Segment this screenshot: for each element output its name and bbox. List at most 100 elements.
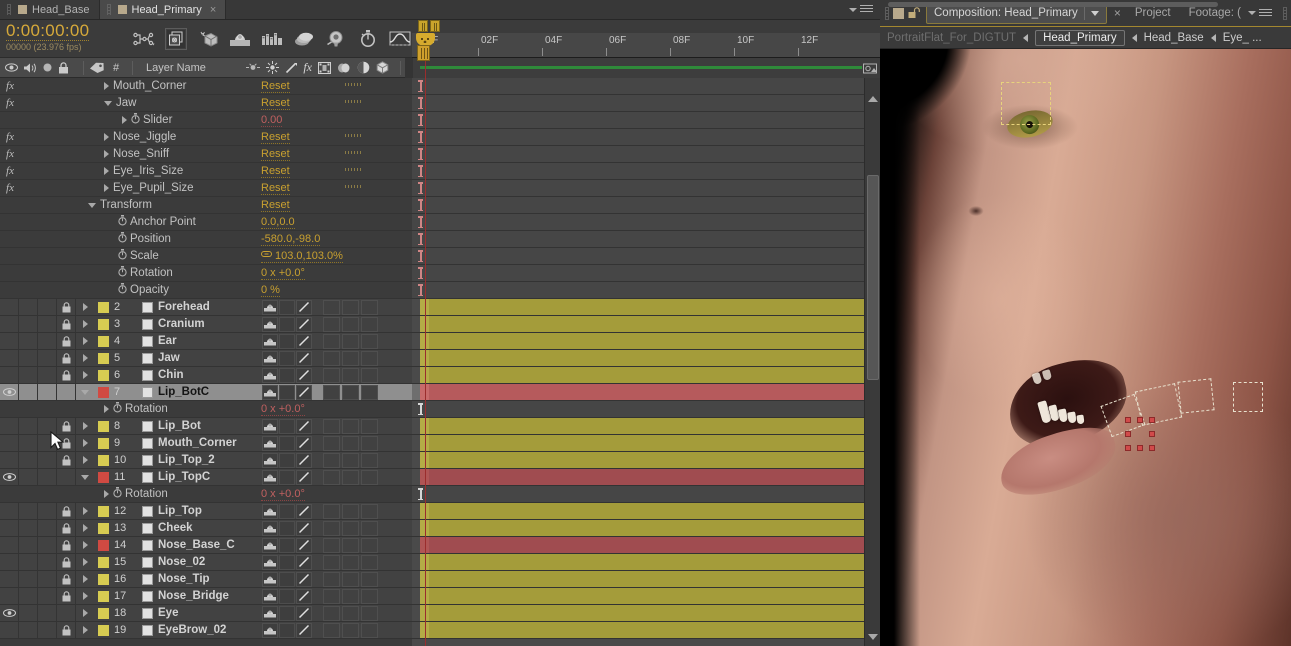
- layer-track-cheek[interactable]: [412, 520, 864, 537]
- shy-switch[interactable]: [262, 316, 278, 332]
- mode-cell[interactable]: [342, 622, 359, 638]
- shy-switch[interactable]: [262, 418, 278, 434]
- collapse-switch[interactable]: [279, 333, 295, 349]
- layer-twirl[interactable]: [76, 541, 94, 549]
- layer-name[interactable]: Ear: [156, 335, 262, 347]
- parent-cell[interactable]: [323, 316, 340, 332]
- comp-mini-flowchart-icon[interactable]: [133, 28, 155, 50]
- layer-label-color[interactable]: [94, 556, 112, 568]
- layer-row-mouth_corner[interactable]: 9 Mouth_Corner: [0, 435, 412, 452]
- property-row[interactable]: Opacity 0 %: [0, 282, 412, 299]
- audio-toggle[interactable]: [19, 605, 38, 621]
- mode-cell[interactable]: [342, 588, 359, 604]
- layer-duration-bar[interactable]: [420, 333, 864, 349]
- layer-name[interactable]: Lip_TopC: [156, 471, 262, 483]
- quality-switch[interactable]: [296, 554, 312, 570]
- audio-toggle[interactable]: [19, 384, 38, 400]
- layer-track-eye[interactable]: [412, 605, 864, 622]
- quality-switch[interactable]: [296, 520, 312, 536]
- timeline-vertical-scrollbar[interactable]: [864, 78, 880, 646]
- stopwatch-icon[interactable]: [131, 113, 140, 124]
- mode-cell[interactable]: [342, 452, 359, 468]
- lock-icon[interactable]: [62, 522, 71, 534]
- property-row[interactable]: fx Eye_Iris_Size Reset: [0, 163, 412, 180]
- motion-blur-icon[interactable]: [197, 28, 219, 50]
- solo-toggle[interactable]: [38, 367, 57, 383]
- lock-toggle[interactable]: [57, 605, 76, 621]
- lock-icon[interactable]: [62, 420, 71, 432]
- collapse-switch[interactable]: [279, 554, 295, 570]
- layer-label-color[interactable]: [94, 352, 112, 364]
- work-area-start-handle[interactable]: [418, 20, 428, 32]
- property-track[interactable]: [412, 180, 864, 197]
- mode-cell[interactable]: [342, 333, 359, 349]
- video-toggle[interactable]: [0, 384, 19, 400]
- brainstorm-icon[interactable]: [325, 28, 347, 50]
- video-toggle[interactable]: [0, 350, 19, 366]
- solo-toggle[interactable]: [38, 350, 57, 366]
- mode-cell[interactable]: [342, 605, 359, 621]
- transform-handle[interactable]: [1137, 445, 1143, 451]
- quality-switch[interactable]: [296, 588, 312, 604]
- video-toggle[interactable]: [0, 367, 19, 383]
- stopwatch-icon[interactable]: [113, 402, 122, 413]
- lock-toggle[interactable]: [57, 520, 76, 536]
- shy-switch[interactable]: [262, 299, 278, 315]
- selection-box-eye[interactable]: [1001, 82, 1051, 125]
- transform-handle[interactable]: [1149, 431, 1155, 437]
- layer-label-color[interactable]: [94, 505, 112, 517]
- shy-icon[interactable]: [229, 28, 251, 50]
- layer-property-row[interactable]: Rotation 0 x +0.0°: [0, 486, 412, 503]
- parent-cell[interactable]: [323, 333, 340, 349]
- mode-cell[interactable]: [342, 350, 359, 366]
- audio-toggle[interactable]: [19, 622, 38, 638]
- column-number-header[interactable]: #: [105, 62, 127, 74]
- property-value[interactable]: -580.0,-98.0: [261, 233, 321, 246]
- parent-cell[interactable]: [323, 452, 340, 468]
- lock-icon[interactable]: [62, 318, 71, 330]
- layer-label-color[interactable]: [94, 454, 112, 466]
- property-row[interactable]: fx Nose_Jiggle Reset: [0, 129, 412, 146]
- layer-twirl[interactable]: [76, 524, 94, 532]
- shy-switch[interactable]: [262, 350, 278, 366]
- twirl-open-icon[interactable]: [81, 474, 89, 480]
- layer-name[interactable]: Nose_Base_C: [156, 539, 262, 551]
- lock-toggle[interactable]: [57, 418, 76, 434]
- twirl-open-icon[interactable]: [88, 202, 96, 208]
- shy-switch[interactable]: [262, 333, 278, 349]
- shy-switch[interactable]: [262, 384, 278, 400]
- twirl-closed-icon[interactable]: [104, 133, 109, 141]
- parent-cell[interactable]: [323, 571, 340, 587]
- video-toggle[interactable]: [0, 622, 19, 638]
- track-matte-cell[interactable]: [361, 554, 378, 570]
- twirl-closed-icon[interactable]: [82, 609, 88, 617]
- layer-twirl[interactable]: [76, 609, 94, 617]
- layer-name[interactable]: Jaw: [156, 352, 262, 364]
- layer-name[interactable]: Lip_Top: [156, 505, 262, 517]
- tab-head-base[interactable]: Head_Base: [0, 0, 100, 19]
- video-toggle[interactable]: [0, 588, 19, 604]
- shy-switch[interactable]: [262, 622, 278, 638]
- twirl-closed-icon[interactable]: [82, 575, 88, 583]
- tab-head-primary[interactable]: Head_Primary ×: [99, 0, 227, 19]
- collapse-switch[interactable]: [279, 520, 295, 536]
- property-track[interactable]: [412, 129, 864, 146]
- audio-toggle[interactable]: [19, 588, 38, 604]
- twirl-closed-icon[interactable]: [82, 456, 88, 464]
- transform-handle[interactable]: [1149, 417, 1155, 423]
- twirl-closed-icon[interactable]: [104, 184, 109, 192]
- solo-toggle[interactable]: [38, 452, 57, 468]
- layer-name[interactable]: Nose_02: [156, 556, 262, 568]
- property-track[interactable]: [412, 112, 864, 129]
- scroll-down-arrow-icon[interactable]: [868, 634, 878, 640]
- layer-label-color[interactable]: [94, 607, 112, 619]
- video-toggle[interactable]: [0, 554, 19, 570]
- layer-twirl[interactable]: [76, 303, 94, 311]
- quality-switch[interactable]: [296, 605, 312, 621]
- layer-row-eye[interactable]: 18 Eye: [0, 605, 412, 622]
- quality-switch[interactable]: [296, 452, 312, 468]
- lock-icon[interactable]: [62, 335, 71, 347]
- layer-label-color[interactable]: [94, 335, 112, 347]
- twirl-closed-icon[interactable]: [104, 167, 109, 175]
- layer-duration-bar[interactable]: [420, 299, 864, 315]
